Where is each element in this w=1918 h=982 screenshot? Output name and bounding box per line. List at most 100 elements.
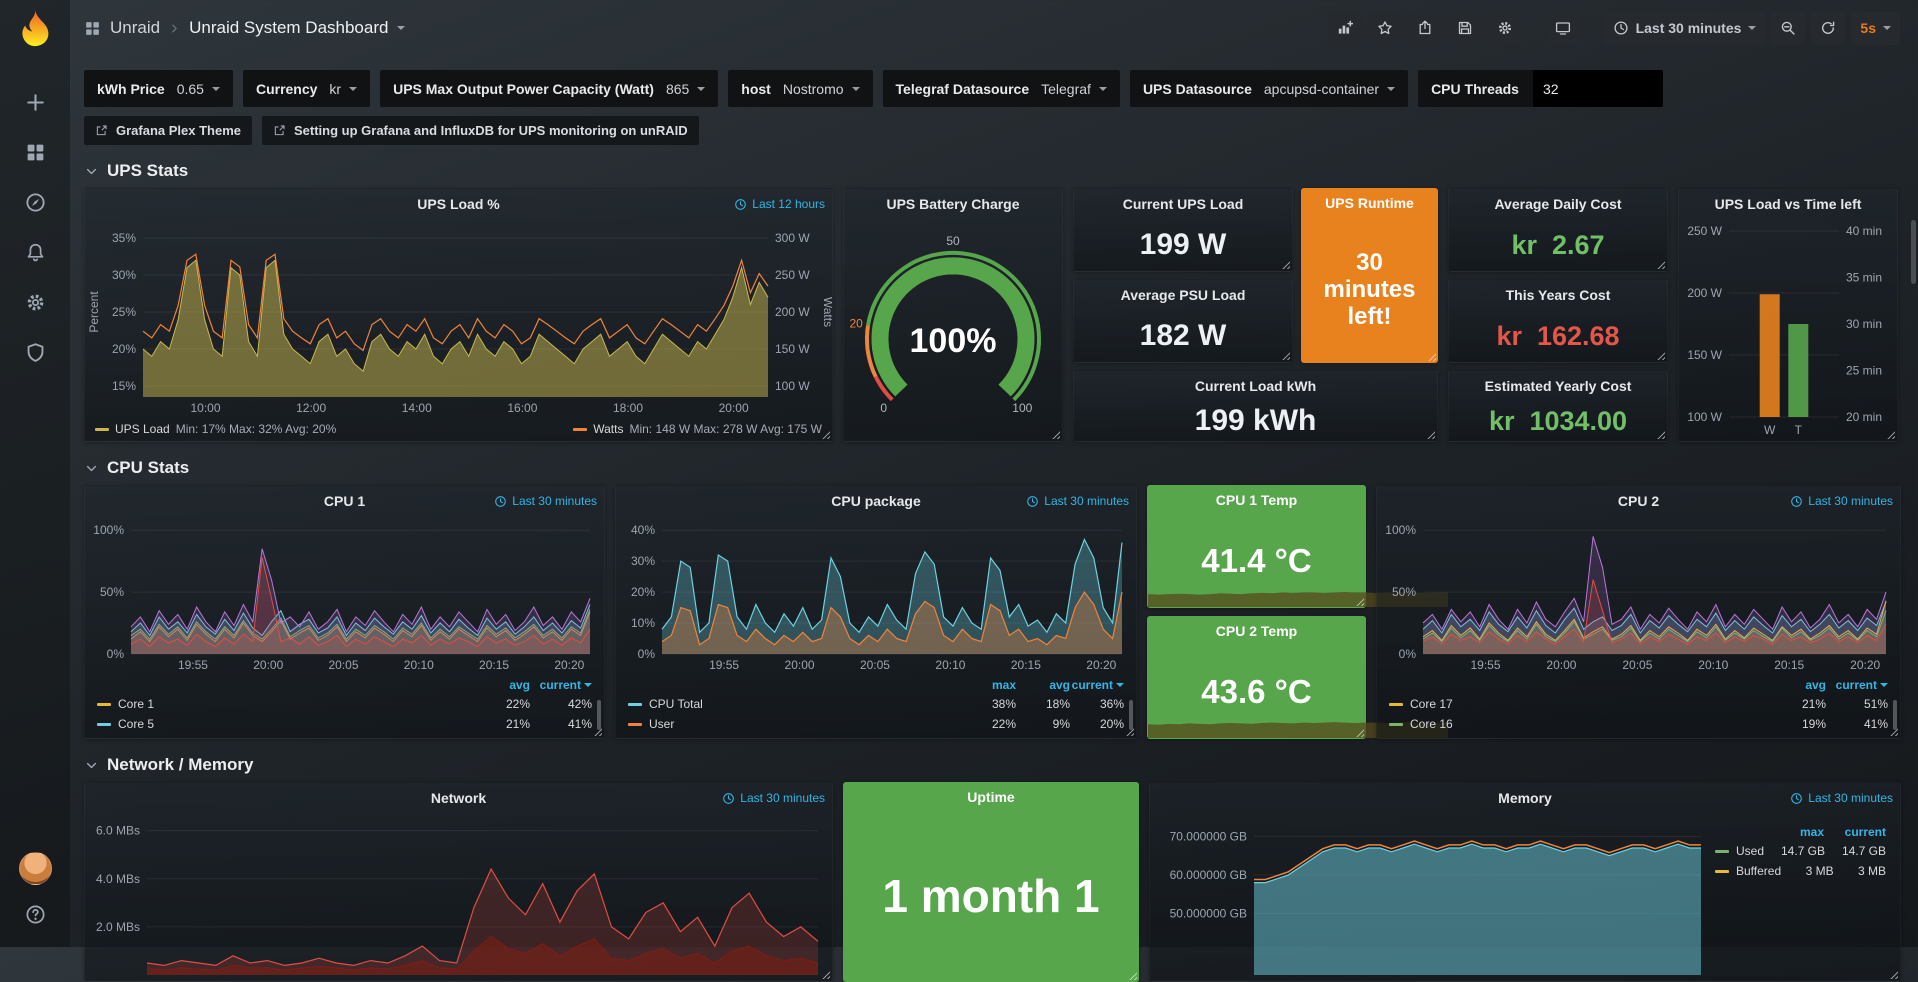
panel-title[interactable]: Uptime [843,782,1139,812]
chevron-down-icon [852,87,860,95]
variable-telegraf-datasource[interactable]: Telegraf Datasource Telegraf [883,70,1120,107]
sidebar-configuration-button[interactable] [0,277,70,327]
panel-title[interactable]: Estimated Yearly Cost [1449,371,1667,401]
sidebar-explore-button[interactable] [0,177,70,227]
add-panel-button[interactable] [1328,12,1362,45]
tick-label: 150 W [775,342,810,356]
mark-favorite-button[interactable] [1368,12,1402,45]
panel-time-range[interactable]: Last 30 minutes [1790,783,1893,813]
legend-scrollbar[interactable] [1893,700,1897,730]
panel-title[interactable]: CPU 1 Temp [1147,485,1366,515]
panel-title[interactable]: Average Daily Cost [1449,189,1667,219]
clock-icon [1790,792,1803,805]
link-grafana-plex-theme[interactable]: Grafana Plex Theme [84,116,252,145]
legend-col-avg[interactable]: avg [1764,678,1826,692]
section-header-network-memory[interactable]: Network / Memory [85,755,1902,775]
panel-title[interactable]: CPU 2 Temp [1147,616,1366,646]
series-name[interactable]: Core 16 [1389,717,1764,731]
refresh-interval-picker[interactable]: 5s [1851,12,1900,45]
legend-row: Core 1619%41% [1389,714,1888,734]
link-ups-monitoring-guide[interactable]: Setting up Grafana and InfluxDB for UPS … [262,116,699,145]
series-name[interactable]: Buffered [1715,864,1781,878]
sidebar-help-button[interactable] [0,889,70,939]
breadcrumb-dashboard-title[interactable]: Unraid System Dashboard [189,18,388,38]
time-range-picker[interactable]: Last 30 minutes [1604,12,1766,45]
tick-label: 16:00 [507,401,537,415]
tick-label: 35 min [1846,271,1882,285]
panel-title[interactable]: Current Load kWh [1074,371,1437,401]
panel-title[interactable]: UPS Runtime [1301,188,1438,218]
series-name[interactable]: User [628,717,962,731]
section-header-ups-stats[interactable]: UPS Stats [85,161,1902,181]
panel-title[interactable]: This Years Cost [1449,280,1667,310]
variable-ups-datasource[interactable]: UPS Datasource apcupsd-container [1130,70,1408,107]
save-dashboard-button[interactable] [1448,12,1482,45]
panel-title[interactable]: Network [85,783,832,813]
panel-title[interactable]: UPS Load vs Time left [1679,189,1897,219]
series-name[interactable]: Core 17 [1389,697,1764,711]
ups-load-chart[interactable]: 15%20%25%30%35%Percent100 W150 W200 W250… [85,219,832,417]
panel-title[interactable]: UPS Load % [85,189,832,219]
legend-scrollbar[interactable] [597,700,601,730]
chevron-down-icon [349,87,357,95]
cycle-view-button[interactable] [1546,12,1580,45]
cpu2-chart[interactable]: 0%50%100%19:5520:0020:0520:1020:1520:20 [1377,516,1900,674]
variable-host[interactable]: host Nostromo [728,70,872,107]
bar-T[interactable] [1788,324,1808,417]
legend-scrollbar[interactable] [1129,700,1133,730]
dashboard-dropdown-caret[interactable] [397,26,405,34]
legend-col-max[interactable]: max [1762,825,1824,839]
legend-col-avg[interactable]: avg [468,678,530,692]
grafana-logo[interactable] [14,7,56,49]
panel-time-range[interactable]: Last 30 minutes [1026,486,1129,516]
legend-series-ups-load[interactable]: UPS LoadMin: 17% Max: 32% Avg: 20% [95,422,336,436]
panel-time-range[interactable]: Last 30 minutes [494,486,597,516]
breadcrumb-app[interactable]: Unraid [110,18,160,38]
panel-title[interactable]: UPS Battery Charge [844,189,1062,219]
dashboard-settings-button[interactable] [1488,12,1522,45]
user-avatar[interactable] [19,852,52,885]
panel-title[interactable]: Memory [1150,783,1900,813]
cpu-package-chart[interactable]: 0%10%20%30%40%19:5520:0020:0520:1020:152… [616,516,1136,674]
panel-time-range[interactable]: Last 30 minutes [1790,486,1893,516]
tick-label: 10:00 [190,401,220,415]
memory-chart[interactable]: 50.000000 GB60.000000 GB70.000000 GB [1150,813,1715,981]
legend-col-current[interactable]: current [1824,825,1886,839]
ups-load-vs-time-chart[interactable]: 100 W150 W200 W250 W20 min25 min30 min35… [1679,219,1897,441]
section-header-cpu-stats[interactable]: CPU Stats [85,458,1902,478]
legend-col-current[interactable]: current [1070,678,1124,692]
panel-time-range[interactable]: Last 12 hours [734,189,825,219]
share-dashboard-button[interactable] [1408,12,1442,45]
refresh-button[interactable] [1811,12,1845,45]
zoom-out-button[interactable] [1771,12,1805,45]
variable-kwh-price[interactable]: kWh Price 0.65 [84,70,233,107]
scrollbar-thumb[interactable] [1911,220,1916,284]
panel-title[interactable]: Current UPS Load [1074,189,1292,219]
series-name[interactable]: CPU Total [628,697,962,711]
cpu1-chart[interactable]: 0%50%100%19:5520:0020:0520:1020:1520:20 [85,516,604,674]
legend-col-avg[interactable]: avg [1016,678,1070,692]
ups-battery-gauge[interactable]: 02050100100% [844,219,1062,441]
tick-label: 20:00 [253,658,283,672]
variable-ups-max-output[interactable]: UPS Max Output Power Capacity (Watt) 865 [380,70,718,107]
sidebar-server-admin-button[interactable] [0,327,70,377]
tick-label: 19:55 [178,658,208,672]
sidebar-create-button[interactable] [0,77,70,127]
series-name[interactable]: Core 1 [97,697,468,711]
series-name[interactable]: Used [1715,844,1764,858]
variable-currency[interactable]: Currency kr [243,70,370,107]
series-name[interactable]: Core 5 [97,717,468,731]
network-chart[interactable]: 2.0 MBs4.0 MBs6.0 MBs [85,813,832,981]
legend-col-current[interactable]: current [1826,678,1888,692]
top-navbar: Unraid Unraid System Dashboard Last 30 m… [70,0,1918,56]
legend-col-current[interactable]: current [530,678,592,692]
panel-title[interactable]: Average PSU Load [1074,280,1292,310]
legend-col-max[interactable]: max [962,678,1016,692]
sidebar-alerting-button[interactable] [0,227,70,277]
legend-series-watts[interactable]: WattsMin: 148 W Max: 278 W Avg: 175 W [573,422,822,436]
page-scrollbar[interactable] [1910,60,1917,947]
sidebar-dashboards-button[interactable] [0,127,70,177]
cpu-threads-input[interactable] [1533,70,1663,107]
bar-W[interactable] [1760,294,1780,417]
panel-time-range[interactable]: Last 30 minutes [722,783,825,813]
